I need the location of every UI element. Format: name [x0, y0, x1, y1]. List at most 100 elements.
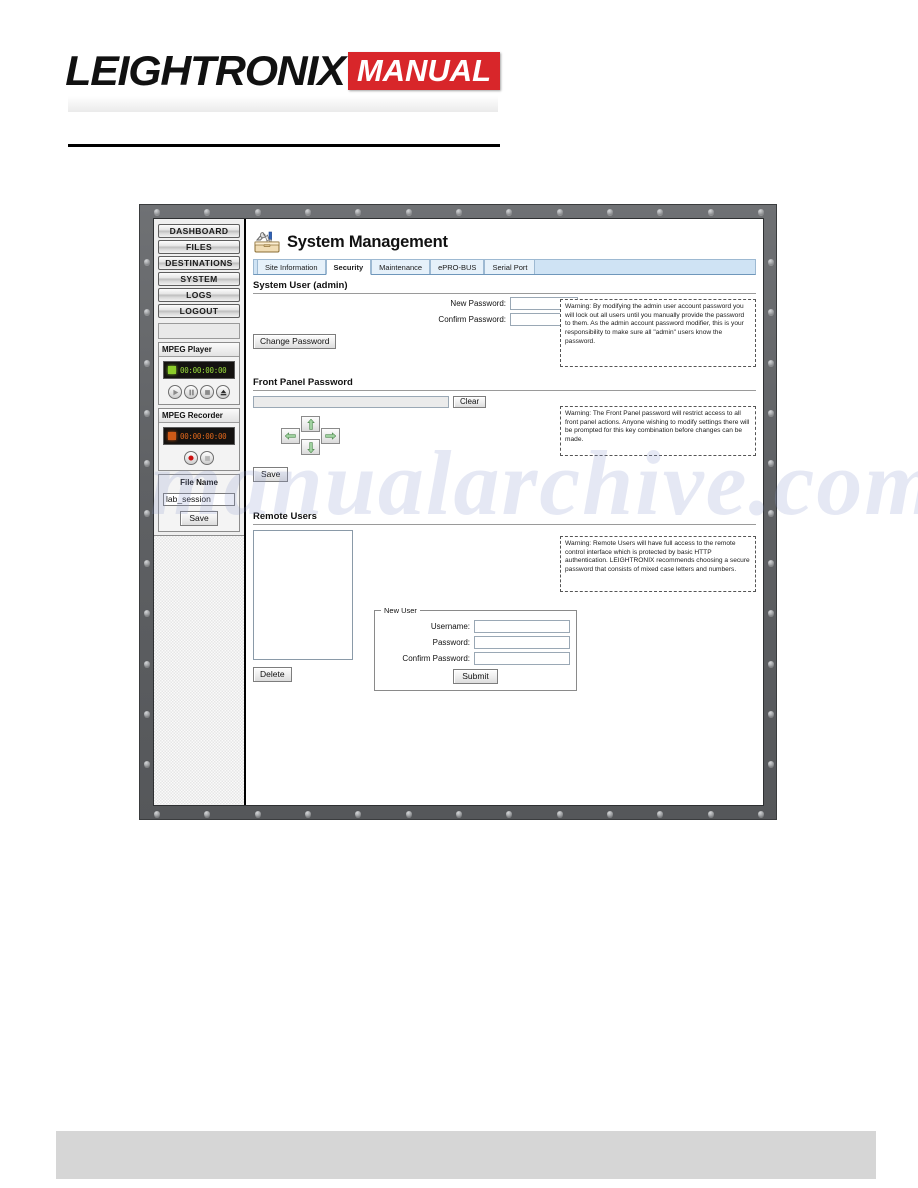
device-bezel: DASHBOARD FILES DESTINATIONS SYSTEM LOGS…	[139, 204, 777, 820]
bezel-rivet-bottom	[607, 811, 613, 817]
bezel-rivet-right	[768, 610, 774, 617]
bezel-rivet-right	[768, 309, 774, 316]
page-header: LEIGHTRONIX MANUAL	[0, 0, 918, 170]
file-name-save-button[interactable]: Save	[180, 511, 218, 527]
record-button[interactable]	[184, 451, 198, 465]
bezel-rivet-left	[144, 459, 150, 466]
bezel-rivet-left	[144, 409, 150, 416]
player-transport-controls	[163, 385, 235, 399]
bezel-rivet-right	[768, 660, 774, 667]
recorder-status-led	[168, 432, 176, 440]
front-panel-warning: Warning: The Front Panel password will r…	[560, 406, 756, 456]
front-panel-heading: Front Panel Password	[253, 377, 353, 388]
front-panel-clear-button[interactable]: Clear	[453, 396, 487, 409]
tab-maintenance[interactable]: Maintenance	[371, 259, 431, 274]
tab-site-information[interactable]: Site Information	[257, 259, 326, 274]
bezel-rivet-right	[768, 710, 774, 717]
main-content: System Management Site Information Secur…	[246, 219, 763, 805]
bezel-rivet-left	[144, 760, 150, 767]
remote-users-warning: Warning: Remote Users will have full acc…	[560, 536, 756, 592]
bezel-rivet-top	[556, 209, 563, 215]
player-timecode: 00:00:00:00	[180, 365, 227, 375]
eject-button[interactable]	[216, 385, 230, 399]
bezel-rivet-left	[144, 660, 150, 667]
recorder-transport-controls	[163, 451, 235, 465]
logo-reflection	[68, 96, 498, 112]
new-user-confirm-row: Confirm Password:	[381, 652, 570, 665]
bezel-rivet-top	[707, 209, 714, 215]
remote-users-heading: Remote Users	[253, 511, 317, 522]
system-user-heading: System User (admin)	[253, 280, 348, 291]
new-user-password-label: Password:	[432, 638, 470, 647]
play-button[interactable]	[168, 385, 182, 399]
bezel-rivet-bottom	[154, 811, 160, 817]
bezel-rivet-bottom	[506, 811, 513, 817]
new-user-password-row: Password:	[381, 636, 570, 649]
new-user-password-input[interactable]	[474, 636, 570, 649]
bezel-rivet-bottom	[204, 811, 211, 817]
remote-users-divider	[253, 524, 756, 525]
mpeg-player-panel: MPEG Player 00:00:00:00	[158, 342, 240, 405]
username-label: Username:	[430, 622, 470, 631]
system-user-warning: Warning: By modifying the admin user acc…	[560, 299, 756, 367]
sidebar-item-files[interactable]: FILES	[158, 240, 240, 254]
sidebar-item-system[interactable]: SYSTEM	[158, 272, 240, 286]
pause-button[interactable]	[184, 385, 198, 399]
bezel-rivet-top	[456, 209, 462, 215]
delete-user-button[interactable]: Delete	[253, 667, 292, 683]
sidebar-item-logout[interactable]: LOGOUT	[158, 304, 240, 318]
bezel-rivet-right	[768, 510, 774, 516]
bezel-rivet-top	[305, 209, 311, 215]
tab-epro-bus[interactable]: ePRO-BUS	[430, 259, 485, 274]
new-user-fieldset: New User Username: Password: Confirm Pas…	[374, 606, 577, 692]
arrow-right-button[interactable]	[321, 428, 340, 445]
file-name-label: File Name	[180, 478, 218, 487]
front-panel-save-button[interactable]: Save	[253, 467, 289, 483]
stop-button[interactable]	[200, 385, 214, 399]
sidebar-item-destinations[interactable]: DESTINATIONS	[158, 256, 240, 270]
mpeg-recorder-display: 00:00:00:00	[163, 427, 235, 445]
front-panel-password-input[interactable]	[253, 396, 449, 409]
arrow-down-button[interactable]	[301, 439, 320, 456]
bezel-rivet-top	[405, 209, 412, 215]
toolbox-icon	[253, 229, 281, 255]
bezel-rivet-right	[768, 560, 774, 567]
bezel-rivet-right	[768, 259, 774, 266]
front-panel-divider	[253, 390, 756, 391]
bezel-rivet-bottom	[355, 811, 362, 817]
new-user-confirm-input[interactable]	[474, 652, 570, 665]
tab-security[interactable]: Security	[325, 259, 372, 275]
mpeg-recorder-panel: MPEG Recorder 00:00:00:00	[158, 408, 240, 471]
new-password-label: New Password:	[450, 299, 506, 308]
header-divider	[68, 144, 500, 147]
remote-users-list[interactable]	[253, 530, 353, 660]
file-name-input[interactable]	[163, 492, 235, 506]
mpeg-player-display: 00:00:00:00	[163, 361, 235, 379]
change-password-button[interactable]: Change Password	[253, 334, 337, 350]
page-title: System Management	[287, 232, 448, 251]
arrow-up-button[interactable]	[301, 416, 320, 433]
bezel-rivet-bottom	[405, 811, 412, 817]
bezel-rivet-bottom	[556, 811, 563, 817]
sidebar-item-logs[interactable]: LOGS	[158, 288, 240, 302]
bezel-rivet-bottom	[657, 811, 664, 817]
bezel-rivet-top	[355, 209, 362, 215]
username-input[interactable]	[474, 620, 570, 633]
stop-button[interactable]	[200, 451, 214, 465]
bezel-rivet-bottom	[758, 811, 764, 817]
arrow-left-button[interactable]	[281, 428, 300, 445]
system-user-block: New Password: Confirm Password: Change P…	[253, 297, 756, 372]
system-user-divider	[253, 293, 756, 294]
bezel-rivet-bottom	[707, 811, 714, 817]
sidebar-item-dashboard[interactable]: DASHBOARD	[158, 224, 240, 238]
page-footer-bar	[56, 1131, 876, 1179]
tab-serial-port[interactable]: Serial Port	[484, 259, 536, 274]
leightronix-logo: LEIGHTRONIX MANUAL	[65, 50, 501, 92]
player-status-led	[168, 366, 176, 374]
device-screen: DASHBOARD FILES DESTINATIONS SYSTEM LOGS…	[153, 218, 764, 806]
bezel-rivet-left	[144, 710, 150, 717]
sidebar-filler	[154, 535, 244, 805]
submit-new-user-button[interactable]: Submit	[453, 669, 498, 685]
remote-users-block: Delete New User Username: Password: Conf…	[253, 530, 756, 700]
bezel-rivet-bottom	[254, 811, 261, 817]
